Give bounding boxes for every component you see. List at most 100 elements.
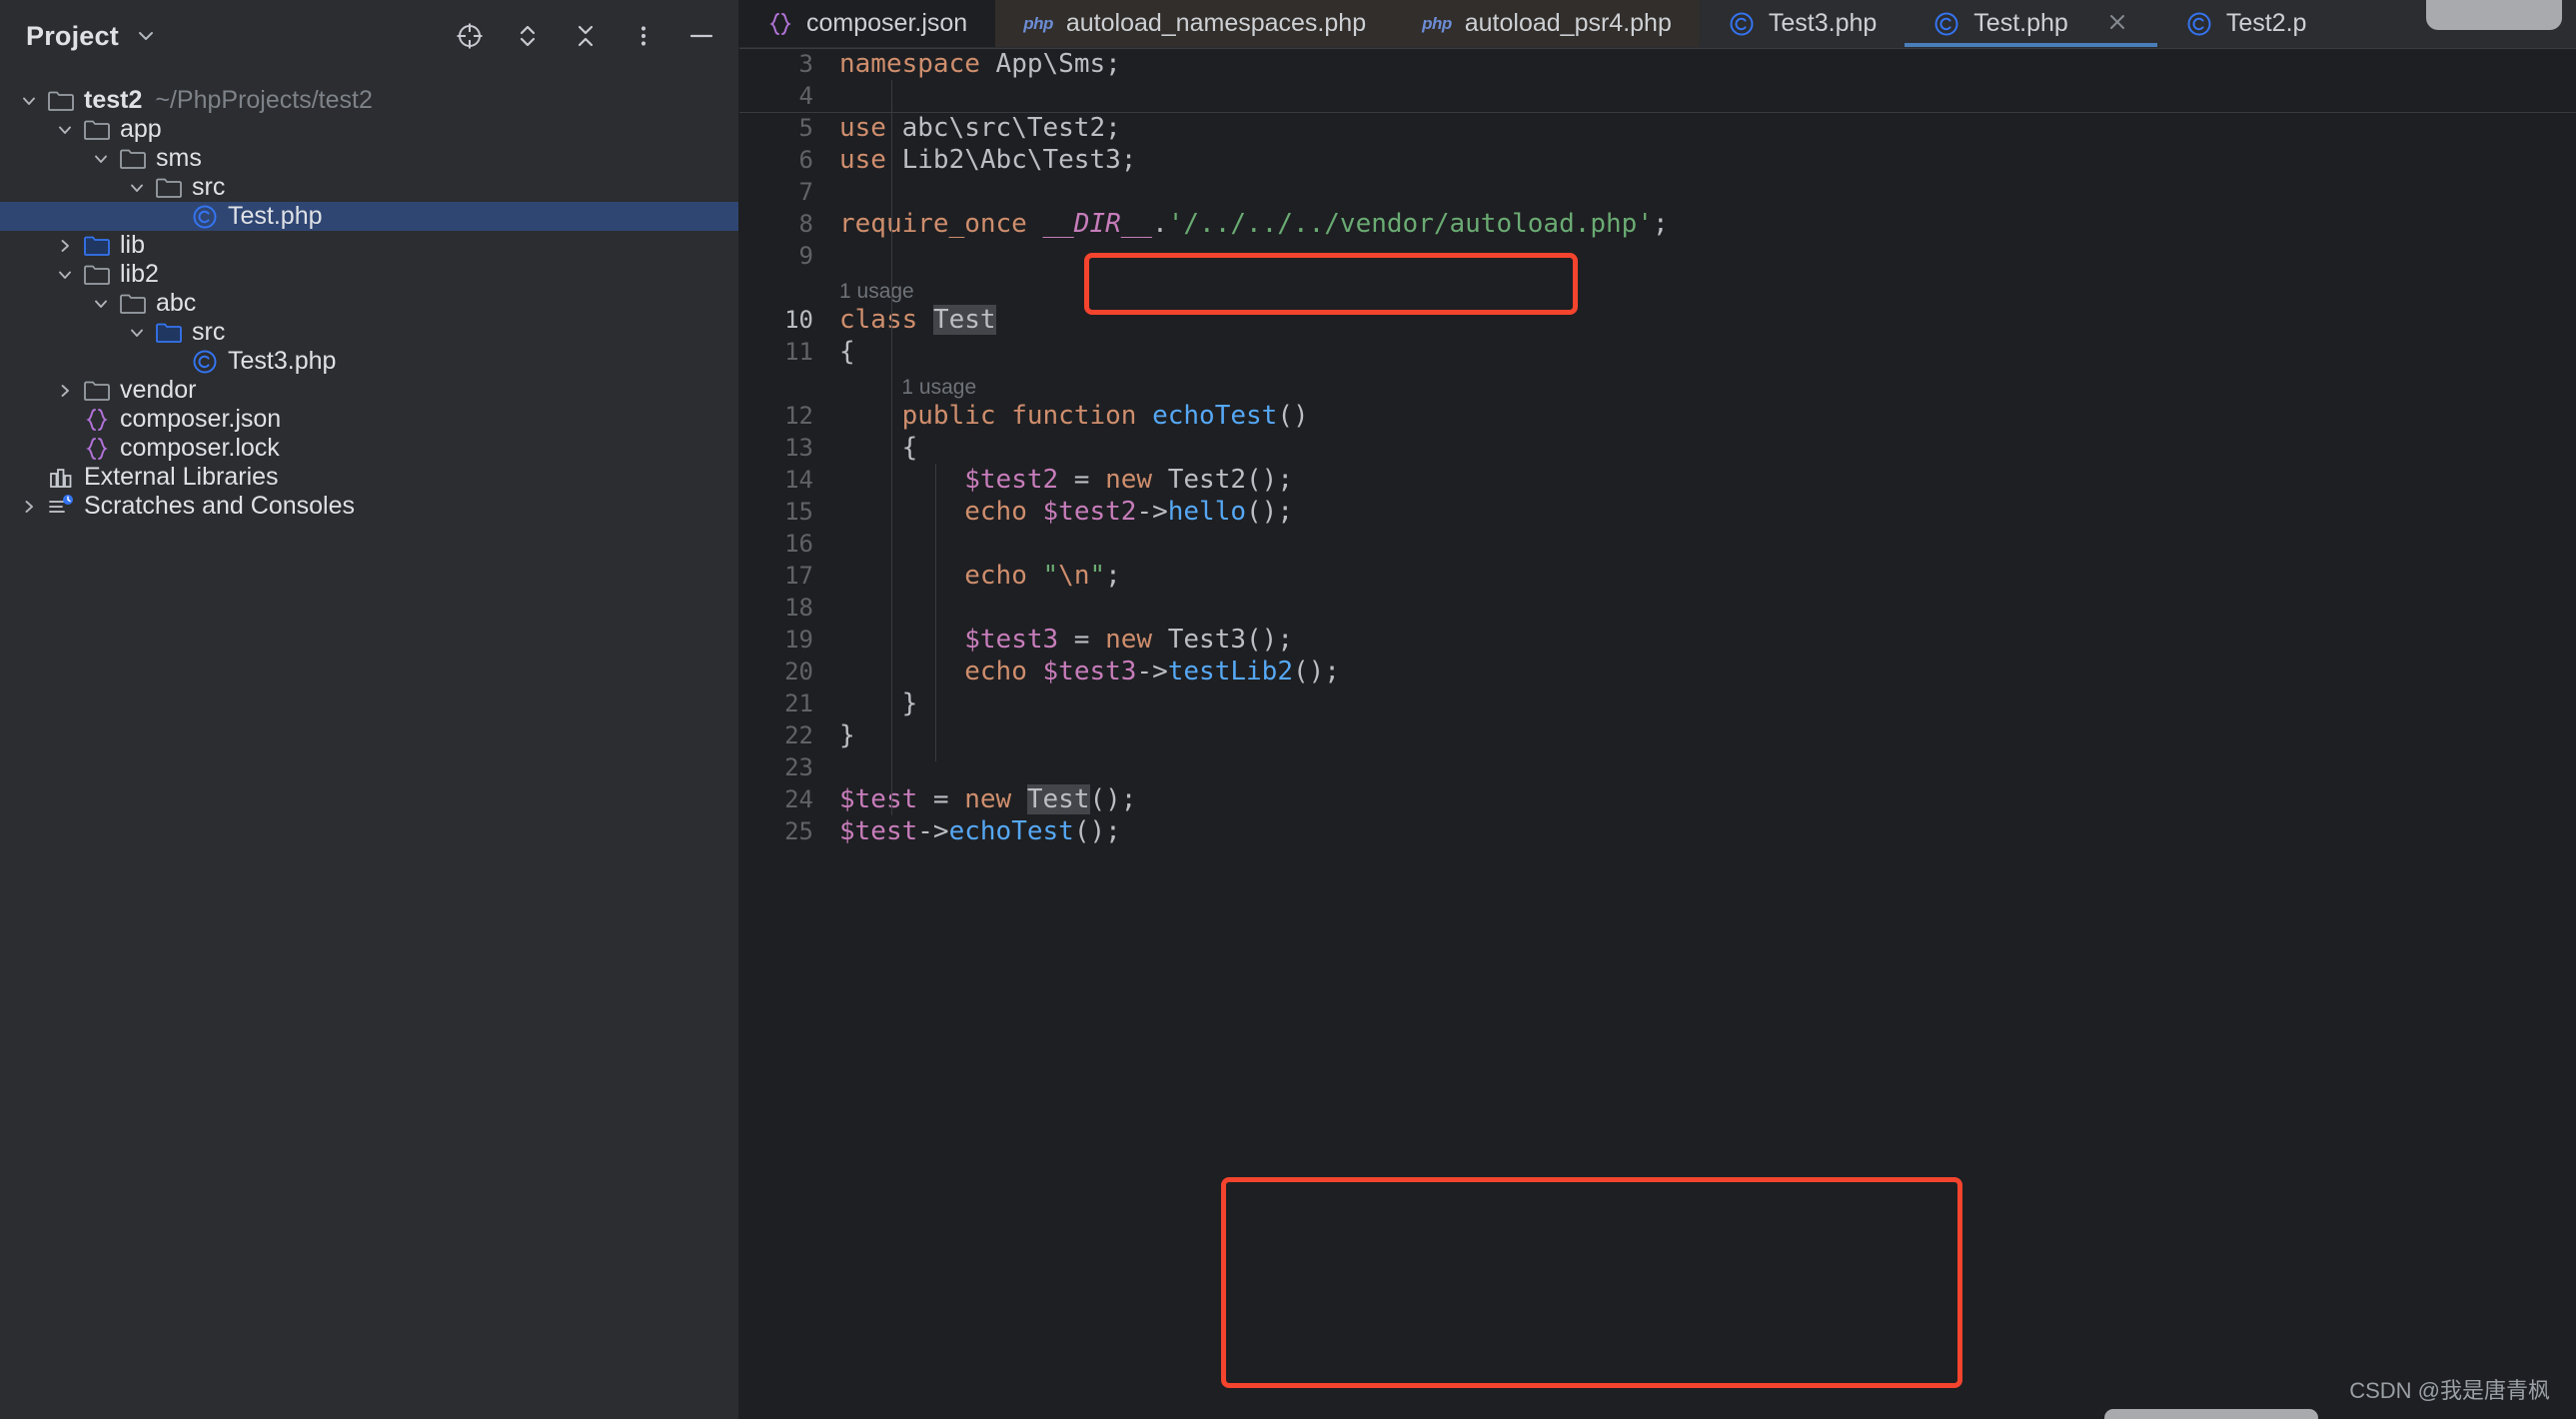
line-number[interactable]: 5 xyxy=(739,114,835,142)
code-line[interactable]: 4 xyxy=(739,80,2576,112)
code-token: hello xyxy=(1168,497,1246,527)
line-number[interactable]: 6 xyxy=(739,146,835,174)
line-number[interactable]: 14 xyxy=(739,466,835,494)
folder-icon xyxy=(116,289,150,318)
code-line[interactable]: 13 { xyxy=(739,432,2576,464)
line-number[interactable]: 10 xyxy=(739,306,835,334)
editor-tab-test3-php[interactable]: Test3.php xyxy=(1700,0,1905,47)
tree-item-app[interactable]: app xyxy=(0,115,738,144)
more-options-icon[interactable] xyxy=(629,21,658,51)
editor-tab-test2-p[interactable]: Test2.p xyxy=(2157,0,2335,47)
line-number[interactable]: 7 xyxy=(739,178,835,206)
line-number[interactable]: 19 xyxy=(739,626,835,654)
code-line[interactable]: 15 echo $test2->hello(); xyxy=(739,496,2576,528)
tree-item-external-libraries[interactable]: External Libraries xyxy=(0,463,738,492)
tree-item-scratches-and-consoles[interactable]: Scratches and Consoles xyxy=(0,492,738,521)
line-number[interactable]: 8 xyxy=(739,210,835,238)
tree-item-abc[interactable]: abc xyxy=(0,289,738,318)
editor-tab-autoload-psr4-php[interactable]: phpautoload_psr4.php xyxy=(1394,0,1700,47)
line-number[interactable]: 17 xyxy=(739,562,835,590)
chevron-down-icon[interactable] xyxy=(122,173,152,202)
code-token: public xyxy=(902,401,996,431)
code-line[interactable]: 17 echo "\n"; xyxy=(739,560,2576,592)
tree-item-sms[interactable]: sms xyxy=(0,144,738,173)
code-token: (); xyxy=(1090,784,1137,814)
tree-item-vendor[interactable]: vendor xyxy=(0,376,738,405)
usage-inlay-hint[interactable]: 1 usage xyxy=(739,272,2576,304)
line-number[interactable]: 24 xyxy=(739,785,835,813)
line-number[interactable]: 21 xyxy=(739,690,835,717)
code-line[interactable]: 16 xyxy=(739,528,2576,560)
usage-inlay-hint[interactable]: 1 usage xyxy=(739,368,2576,400)
chevron-down-icon[interactable] xyxy=(50,115,80,144)
code-text: { xyxy=(835,433,917,463)
line-number[interactable]: 22 xyxy=(739,721,835,749)
editor-tab-autoload-namespaces-php[interactable]: phpautoload_namespaces.php xyxy=(995,0,1394,47)
code-line[interactable]: 21 } xyxy=(739,688,2576,719)
tree-item-src[interactable]: src xyxy=(0,173,738,202)
code-line[interactable]: 3namespace App\Sms; xyxy=(739,48,2576,80)
code-line[interactable]: 22} xyxy=(739,719,2576,751)
line-number[interactable]: 20 xyxy=(739,658,835,686)
tree-item-lib[interactable]: lib xyxy=(0,231,738,260)
code-line[interactable]: 23 xyxy=(739,751,2576,783)
line-number[interactable]: 25 xyxy=(739,817,835,845)
line-number[interactable]: 23 xyxy=(739,753,835,781)
chevron-down-icon[interactable] xyxy=(122,318,152,347)
chevron-down-icon[interactable] xyxy=(50,260,80,289)
line-number[interactable]: 11 xyxy=(739,338,835,366)
tree-item-src[interactable]: src xyxy=(0,318,738,347)
chevron-down-icon[interactable] xyxy=(14,86,44,115)
code-text: echo $test2->hello(); xyxy=(835,497,1293,527)
line-number[interactable]: 16 xyxy=(739,530,835,558)
code-text: $test3 = new Test3(); xyxy=(835,625,1293,655)
folder-icon xyxy=(44,86,78,115)
ide-window: Project xyxy=(0,0,2576,1419)
editor-tab-composer-json[interactable]: composer.json xyxy=(739,0,995,47)
code-line[interactable]: 12 public function echoTest() xyxy=(739,400,2576,432)
hide-panel-icon[interactable] xyxy=(686,21,716,51)
chevron-right-icon[interactable] xyxy=(50,376,80,405)
line-number[interactable]: 12 xyxy=(739,402,835,430)
select-opened-file-icon[interactable] xyxy=(455,21,485,51)
line-number[interactable]: 13 xyxy=(739,434,835,462)
code-line[interactable]: 7 xyxy=(739,176,2576,208)
code-line[interactable]: 10class Test xyxy=(739,304,2576,336)
chevron-right-icon[interactable] xyxy=(14,492,44,521)
tree-item-lib2[interactable]: lib2 xyxy=(0,260,738,289)
tree-item-composer-lock[interactable]: composer.lock xyxy=(0,434,738,463)
tree-item-test-php[interactable]: Test.php xyxy=(0,202,738,231)
code-line[interactable]: 24$test = new Test(); xyxy=(739,783,2576,815)
code-editor[interactable]: 3namespace App\Sms;45use abc\src\Test2;6… xyxy=(739,48,2576,1419)
chevron-down-icon[interactable] xyxy=(86,289,116,318)
expand-all-icon[interactable] xyxy=(513,21,543,51)
code-line[interactable]: 19 $test3 = new Test3(); xyxy=(739,624,2576,656)
code-line[interactable]: 20 echo $test3->testLib2(); xyxy=(739,656,2576,688)
chevron-down-icon[interactable] xyxy=(135,25,157,47)
line-number[interactable]: 9 xyxy=(739,242,835,270)
line-number[interactable]: 15 xyxy=(739,498,835,526)
line-number[interactable]: 4 xyxy=(739,82,835,110)
code-line[interactable]: 9 xyxy=(739,240,2576,272)
editor-tab-test-php[interactable]: Test.php xyxy=(1905,0,2157,47)
chevron-down-icon[interactable] xyxy=(86,144,116,173)
tree-item-test3-php[interactable]: Test3.php xyxy=(0,347,738,376)
code-line[interactable]: 18 xyxy=(739,592,2576,624)
chevron-right-icon[interactable] xyxy=(50,231,80,260)
close-icon[interactable] xyxy=(2105,10,2129,38)
tree-item-composer-json[interactable]: composer.json xyxy=(0,405,738,434)
code-line[interactable]: 5use abc\src\Test2; xyxy=(739,112,2576,144)
code-line[interactable]: 25$test->echoTest(); xyxy=(739,815,2576,847)
tree-item-test2[interactable]: test2~/PhpProjects/test2 xyxy=(0,86,738,115)
code-line[interactable]: 11{ xyxy=(739,336,2576,368)
code-line[interactable]: 14 $test2 = new Test2(); xyxy=(739,464,2576,496)
code-line[interactable]: 6use Lib2\Abc\Test3; xyxy=(739,144,2576,176)
code-line[interactable]: 8require_once __DIR__.'/../../../vendor/… xyxy=(739,208,2576,240)
line-number[interactable]: 3 xyxy=(739,50,835,78)
collapse-all-icon[interactable] xyxy=(571,21,601,51)
code-token: testLib2 xyxy=(1168,657,1293,687)
watermark: CSDN @我是唐青枫 xyxy=(2349,1373,2550,1405)
line-number[interactable]: 18 xyxy=(739,594,835,622)
json-file-icon xyxy=(80,434,114,463)
tab-scrollbar-thumb[interactable] xyxy=(2104,1409,2318,1419)
